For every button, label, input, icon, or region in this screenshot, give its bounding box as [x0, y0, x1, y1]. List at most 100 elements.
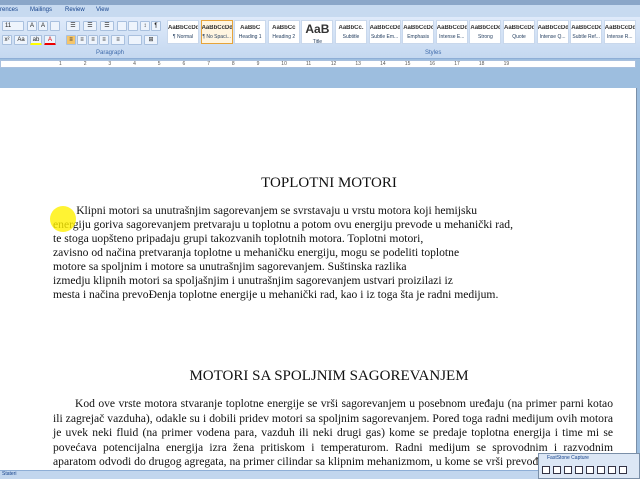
ruler-tick-label: 5 — [157, 61, 161, 67]
style-name: Subtle Em... — [370, 34, 399, 40]
style-4[interactable]: AaB Title — [301, 20, 334, 45]
ruler-tick-label: 1 — [59, 61, 62, 67]
style-sample: AaBbCcDd — [168, 25, 198, 31]
settings-icon[interactable] — [619, 466, 627, 474]
faststone-title: FastStone Capture — [547, 455, 589, 461]
style-1[interactable]: AaBbCcDd ¶ No Spaci... — [200, 20, 233, 44]
style-sample: AaBbCc. — [338, 25, 364, 31]
borders-button[interactable]: ⊞ — [144, 35, 158, 45]
superscript-button[interactable]: x² — [2, 35, 12, 45]
ruler-tick-label: 7 — [207, 61, 210, 67]
style-name: Intense E... — [439, 34, 465, 40]
style-name: Subtitle — [342, 34, 360, 40]
shading-button[interactable] — [128, 35, 142, 45]
justify-button[interactable]: ≡ — [99, 35, 109, 45]
ruler-tick-label: 12 — [330, 61, 337, 67]
bullets-button[interactable]: ☰ — [66, 21, 80, 31]
grow-font-button[interactable]: A — [27, 21, 37, 31]
font-size-select[interactable]: 11 — [2, 21, 24, 31]
capture-region-icon[interactable] — [564, 466, 572, 474]
align-center-button[interactable]: ≡ — [77, 35, 87, 45]
style-sample: AaBbCcDd — [604, 25, 635, 31]
clear-format-button[interactable] — [50, 21, 60, 31]
capture-fullscreen-icon[interactable] — [586, 466, 594, 474]
text-line: mesta i načina prevoĐenja toplotne energ… — [53, 288, 499, 301]
style-3[interactable]: AaBbCc Heading 2 — [267, 20, 300, 44]
decrease-indent-button[interactable] — [117, 21, 127, 31]
style-10[interactable]: AaBbCcDd Quote — [503, 20, 535, 44]
document-page[interactable]: TOPLOTNI MOTORI Klipni motori sa unutraš… — [0, 88, 637, 470]
style-name: Strong — [478, 34, 493, 40]
capture-scroll-icon[interactable] — [597, 466, 605, 474]
text-line: zavisno od načina pretvaranja toplotne u… — [53, 246, 460, 259]
ruler-tick-label: 8 — [231, 61, 235, 67]
ruler-tick-label: 2 — [83, 61, 87, 67]
paragraph-group-label: Paragraph — [96, 50, 125, 56]
capture-object-icon[interactable] — [553, 466, 561, 474]
style-0[interactable]: AaBbCcDd ¶ Normal — [167, 20, 199, 44]
style-sample: AaBbCcDd — [436, 25, 467, 31]
heading-spoljno-sagorevanje: MOTORI SA SPOLJNIM SAGOREVANJEM — [189, 368, 469, 384]
tab-review[interactable]: Review — [65, 7, 85, 13]
style-12[interactable]: AaBbCcDd Subtle Ref... — [570, 20, 603, 44]
align-right-button[interactable]: ≡ — [88, 35, 98, 45]
style-sample: AaBbC — [240, 25, 261, 31]
style-name: Heading 1 — [238, 34, 262, 40]
faststone-capture-toolbar[interactable]: FastStone Capture — [538, 453, 640, 479]
style-7[interactable]: AaBbCcDd Emphasis — [402, 20, 435, 44]
style-sample: AaBbCcDd — [504, 25, 534, 31]
style-9[interactable]: AaBbCcDd Strong — [469, 20, 502, 44]
ruler-tick-label: 18 — [478, 61, 485, 67]
style-sample: AaB — [305, 22, 330, 36]
ruler-tick-label: 16 — [429, 61, 436, 67]
multilevel-list-button[interactable]: ☰ — [100, 21, 114, 31]
style-name: ¶ No Spaci... — [202, 34, 231, 40]
capture-fixed-icon[interactable] — [608, 466, 616, 474]
shrink-font-button[interactable]: A — [38, 21, 48, 31]
font-color-icon[interactable]: A — [44, 35, 56, 45]
style-sample: AaBbCcDd — [201, 25, 232, 31]
styles-group-label: Styles — [425, 50, 442, 56]
change-case-button[interactable]: Aa — [14, 35, 28, 45]
style-13[interactable]: AaBbCcDd Intense R... — [603, 20, 636, 44]
style-name: Heading 2 — [272, 34, 296, 40]
ruler-tick-label: 9 — [256, 61, 260, 67]
ribbon: 11 A A x² Aa ab A ☰ ☰ ☰ ↕ ¶ ≡ ≡ ≡ ≡ ≡ ⊞ … — [0, 17, 640, 59]
align-left-button[interactable]: ≡ — [66, 35, 76, 45]
style-2[interactable]: AaBbC Heading 1 — [234, 20, 267, 44]
style-name: Subtle Ref... — [572, 34, 600, 40]
style-sample: AaBbCcDd — [537, 25, 568, 31]
highlight-icon[interactable]: ab — [30, 35, 42, 45]
capture-freehand-icon[interactable] — [575, 466, 583, 474]
sort-button[interactable]: ↕ — [140, 21, 150, 31]
ruler-tick-label: 15 — [404, 61, 411, 67]
text-line: te stoga uopšteno pripadaju grupi takozv… — [53, 232, 424, 245]
style-5[interactable]: AaBbCc. Subtitle — [335, 20, 367, 44]
text-line: motore sa spoljnim i motore sa unutrašnj… — [53, 260, 407, 273]
style-11[interactable]: AaBbCcDd Intense Q... — [536, 20, 569, 44]
status-text: Stateri — [2, 471, 17, 477]
line-spacing-button[interactable]: ≡ — [111, 35, 125, 45]
style-name: Emphasis — [407, 34, 430, 40]
horizontal-ruler[interactable]: 1 2 3 4 5 6 7 8 9 10 11 12 13 14 15 16 17 18 19 — [0, 60, 636, 68]
ruler-tick-label: 10 — [281, 61, 287, 67]
style-8[interactable]: AaBbCcDd Intense E... — [435, 20, 468, 44]
style-name: Intense R... — [607, 34, 633, 40]
ruler-tick-label: 6 — [182, 61, 186, 67]
show-marks-button[interactable]: ¶ — [151, 21, 161, 31]
ribbon-tabs: rences Mailings Review View — [0, 5, 640, 17]
capture-window-icon[interactable] — [542, 466, 550, 474]
ruler-tick-label: 4 — [133, 61, 136, 67]
text-line: Klipni motori sa unutrašnjim sagorevanje… — [53, 204, 478, 217]
tab-view[interactable]: View — [96, 7, 109, 13]
style-sample: AaBbCcDd — [369, 25, 400, 31]
text-line: izmedju klipnih motori sa spoljašnjim i … — [53, 274, 453, 287]
increase-indent-button[interactable] — [128, 21, 138, 31]
style-6[interactable]: AaBbCcDd Subtle Em... — [368, 20, 401, 44]
paragraph-intro: Klipni motori sa unutrašnjim sagorevanje… — [53, 204, 513, 302]
numbering-button[interactable]: ☰ — [83, 21, 97, 31]
tab-mailings[interactable]: Mailings — [30, 7, 52, 13]
ruler-tick-label: 11 — [306, 61, 312, 67]
tab-references[interactable]: rences — [0, 7, 18, 13]
style-sample: AaBbCcDd — [403, 25, 434, 31]
